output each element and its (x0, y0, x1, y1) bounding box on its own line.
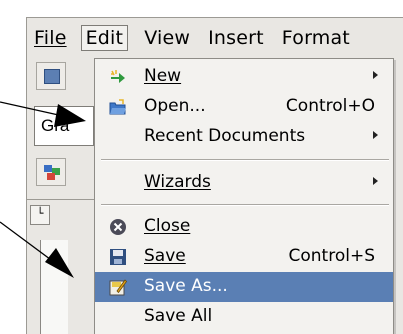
annotation-arrows (0, 101, 86, 278)
annotation-arrowhead-icon (45, 248, 74, 278)
annotation-arrowhead-icon (54, 104, 86, 127)
